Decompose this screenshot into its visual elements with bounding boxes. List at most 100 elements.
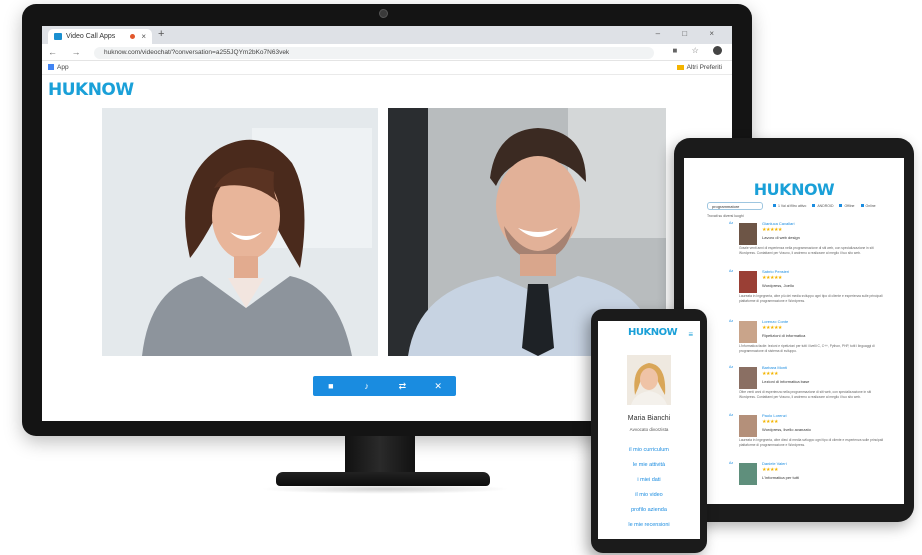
video-camera-icon[interactable]: ■ [316,381,346,391]
tablet-filter-3[interactable]: Offline [844,204,854,208]
tablet-device: HUKNOW programmatore 1 Vai al filtro att… [674,138,914,522]
bookmark-star-icon[interactable]: ■ ☆ [673,46,705,55]
result-name[interactable]: Gianluca Cavallari [762,221,794,226]
result-role: Lavoro di web design [762,235,800,240]
result-description: L'informatica facile: lezioni e ripetizi… [739,344,875,353]
profile-name: Maria Bianchi [627,415,671,422]
menu-link-data[interactable]: i miei dati [598,477,700,492]
menu-link-activities[interactable]: le mie attività [598,462,700,477]
new-tab-button[interactable]: + [158,28,164,40]
local-video-feed [102,108,378,356]
webcam-lens [379,9,388,18]
rating-stars-icon: ★★★★★ [762,227,782,233]
call-controls-bar: ■ ♪ ⇄ ✕ [313,376,456,396]
profile-woman-image [627,355,671,405]
woman-video-image [102,108,378,356]
menu-link-reviews[interactable]: le mie recensioni [598,522,700,537]
address-bar-actions: ■ ☆ [673,46,722,56]
phone-huknow-logo: HUKNOW [628,327,678,338]
hang-up-icon[interactable]: ✕ [423,381,453,392]
tablet-huknow-logo: HUKNOW [753,180,835,199]
result-name[interactable]: Daniele Valeri [762,461,787,466]
tab-title: Video Call Apps [66,33,116,40]
menu-link-company-profile[interactable]: profilo azienda [598,507,700,522]
list-item[interactable]: Az Barbara Monti ★★★★ Lezioni di informa… [699,364,889,412]
result-avatar [739,415,757,437]
result-label: Az [729,365,734,369]
tablet-search-input[interactable]: programmatore [707,202,763,210]
bookmark-other[interactable]: Altri Preferiti [676,64,722,71]
result-name[interactable]: Lorenzo Conte [762,319,788,324]
result-role: Ripetizioni di informatica [762,333,806,338]
menu-link-curriculum[interactable]: il mio curriculum [598,447,700,462]
result-avatar [739,463,757,485]
browser-tab[interactable]: Video Call Apps × [48,29,152,44]
rating-stars-icon: ★★★★ [762,467,778,473]
filter-bullet-icon [839,204,843,207]
filter-bullet-icon [860,204,864,207]
list-item[interactable]: Az Lorenzo Conte ★★★★★ Ripetizioni di in… [699,318,889,366]
list-item[interactable]: Az Daniele Valeri ★★★★ L'informatica per… [699,460,889,504]
result-role: Lezioni di informatica base [762,379,810,384]
folder-icon [676,64,684,70]
bookmark-apps-label: App [57,64,69,71]
tablet-result-count: Trovati su diversi luoghi [707,214,744,218]
microphone-icon[interactable]: ♪ [352,381,382,391]
tablet-filter-4[interactable]: Online [866,204,876,208]
monitor-stand-neck [345,436,415,474]
rating-stars-icon: ★★★★★ [762,275,782,281]
result-name[interactable]: Paolo Lorenzi [762,413,786,418]
result-description: Laureata in Ingegneria, oltre dieci di m… [739,438,884,447]
monitor-stand-base [276,472,490,486]
phone-screen: HUKNOW ≡ Maria Bianchi Avvocato divorzis… [598,321,700,539]
rating-stars-icon: ★★★★ [762,419,778,425]
result-label: Az [729,461,734,465]
result-name[interactable]: Sabrio Pensieri [762,269,789,274]
result-label: Az [729,319,734,323]
address-bar: ← → C huknow.com/videochat/?conversation… [42,44,732,61]
result-avatar [739,321,757,343]
bookmark-other-label: Altri Preferiti [686,64,722,71]
tab-close-icon[interactable]: × [141,32,146,41]
switch-camera-icon[interactable]: ⇄ [387,381,417,392]
url-field[interactable]: huknow.com/videochat/?conversation=a255J… [94,47,654,59]
huknow-logo: HUKNOW [48,80,134,100]
site-favicon-icon [54,33,62,40]
result-label: Az [729,269,734,273]
tablet-filter-2[interactable]: ANDROID [817,204,833,208]
bookmarks-bar: App Altri Preferiti [42,61,732,75]
result-role: Wordpress, livello avanzato [762,427,811,432]
profile-role: Avvocato divorzista [629,427,669,432]
list-item[interactable]: Az Sabrio Pensieri ★★★★★ Wordpress, Joel… [699,268,889,316]
filter-bullet-icon [773,204,776,207]
tablet-filters: 1 Vai al filtro attivo ANDROID Offline O… [768,204,876,208]
filter-bullet-icon [812,204,816,207]
result-role: Wordpress, Joello [762,283,794,288]
apps-grid-icon [48,64,54,71]
profile-photo [627,355,671,405]
rating-stars-icon: ★★★★ [762,371,778,377]
result-name[interactable]: Barbara Monti [762,365,787,370]
menu-link-video[interactable]: il mio video [598,492,700,507]
result-avatar [739,367,757,389]
phone-device: HUKNOW ≡ Maria Bianchi Avvocato divorzis… [591,309,707,553]
tablet-screen: HUKNOW programmatore 1 Vai al filtro att… [684,158,904,504]
bookmark-apps[interactable]: App [48,64,69,71]
list-item[interactable]: Az Gianluca Cavallari ★★★★★ Lavoro di we… [699,220,889,268]
profile-avatar-icon[interactable] [713,46,722,56]
recording-indicator-icon [130,34,135,39]
result-role: L'informatica per tutti [762,475,800,480]
window-controls[interactable]: – □ × [656,29,724,38]
browser-tab-bar: Video Call Apps × + – □ × [42,26,732,44]
list-item[interactable]: Az Paolo Lorenzi ★★★★ Wordpress, livello… [699,412,889,460]
result-description: Oltre venti anni di esperienza nella pro… [739,390,872,399]
result-description: Laureata in Ingegneria, oltre più dei me… [739,294,883,303]
result-label: Az [729,413,734,417]
tablet-filter-1[interactable]: 1 Vai al filtro attivo [778,204,806,208]
result-description: Grazie venti anni di esperienza nella pr… [739,246,874,255]
result-avatar [739,271,757,293]
result-avatar [739,223,757,245]
profile-menu: il mio curriculum le mie attività i miei… [598,447,700,537]
hamburger-menu-icon[interactable]: ≡ [688,330,693,339]
rating-stars-icon: ★★★★★ [762,325,782,331]
